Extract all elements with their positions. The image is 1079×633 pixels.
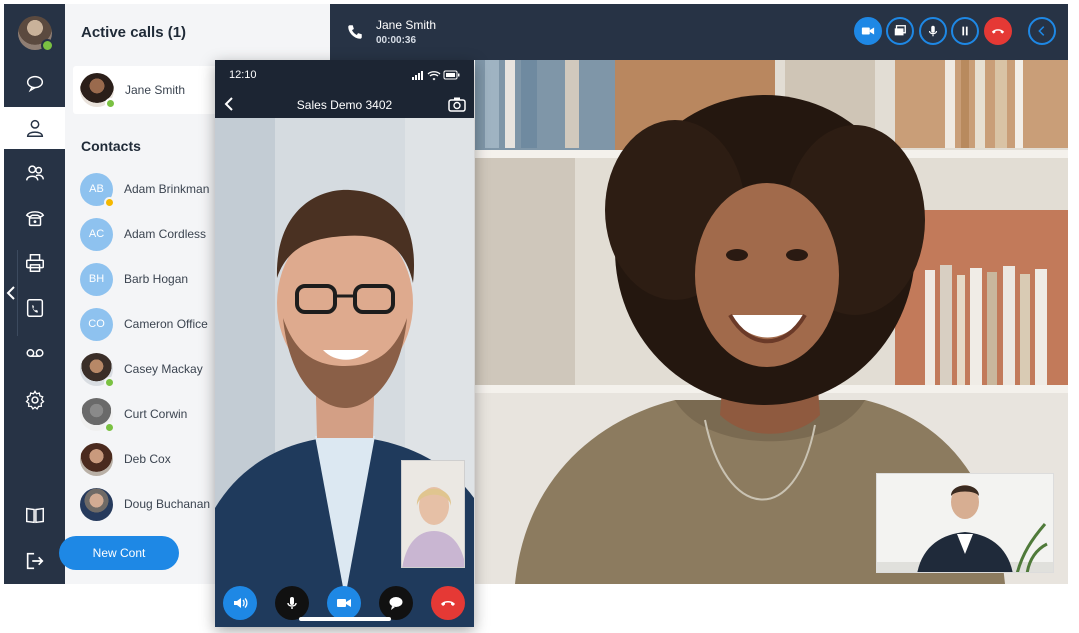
microphone-icon — [928, 25, 938, 37]
sidebar-item-logout[interactable] — [4, 540, 65, 582]
contact-item[interactable]: CO Cameron Office — [80, 307, 208, 341]
settings-gear-icon — [25, 390, 44, 410]
phone-icon — [348, 25, 362, 39]
presence-online-dot — [104, 376, 115, 388]
desk-phone-icon — [25, 211, 44, 227]
contact-item[interactable]: Casey Mackay — [80, 352, 203, 388]
avatar: AB — [80, 172, 115, 208]
mobile-nav-bar: Sales Demo 3402 — [215, 90, 474, 118]
new-contact-button[interactable]: New Cont — [59, 536, 179, 570]
mobile-mute-button[interactable] — [275, 586, 309, 620]
contact-item[interactable]: Doug Buchanan — [80, 487, 210, 521]
presence-online-dot — [105, 98, 116, 109]
mobile-chat-button[interactable] — [379, 586, 413, 620]
sidebar-item-contacts[interactable] — [4, 107, 65, 149]
presence-online-dot — [104, 421, 115, 433]
avatar-initials: AB — [89, 183, 104, 195]
speaker-icon — [234, 598, 248, 608]
microphone-icon — [287, 597, 297, 609]
contacts-heading: Contacts — [81, 138, 141, 154]
book-icon — [25, 507, 44, 524]
home-indicator — [299, 617, 391, 621]
sidebar-item-groups[interactable] — [4, 152, 65, 194]
avatar: BH — [80, 262, 113, 296]
avatar-initials: CO — [88, 318, 105, 330]
call-header: Jane Smith 00:00:36 — [330, 4, 1068, 60]
contact-item[interactable]: BH Barb Hogan — [80, 262, 188, 296]
caller-name: Jane Smith — [376, 18, 437, 32]
contact-name: Casey Mackay — [124, 362, 203, 376]
contact-name: Barb Hogan — [124, 272, 189, 286]
mobile-app-frame: 12:10 Sales Demo 3402 — [215, 60, 474, 627]
self-view-image — [877, 474, 1053, 572]
hang-up-button[interactable] — [984, 17, 1012, 45]
contact-item[interactable]: Deb Cox — [80, 442, 171, 476]
contact-name: Adam Cordless — [124, 227, 207, 241]
mobile-status-bar: 12:10 — [215, 60, 474, 90]
video-toggle-button[interactable] — [854, 17, 882, 45]
contact-name: Adam Brinkman — [124, 182, 210, 196]
sidebar-collapse-tab[interactable] — [4, 250, 18, 336]
contact-name: Doug Buchanan — [124, 497, 211, 511]
fax-printer-icon — [25, 254, 44, 272]
mobile-self-view-pip — [401, 460, 465, 568]
avatar-initials: BH — [88, 273, 105, 285]
video-camera-icon — [861, 27, 875, 35]
contact-item[interactable]: AB Adam Brinkman — [80, 172, 210, 208]
avatar — [80, 442, 113, 476]
screen-share-icon — [894, 25, 906, 36]
contact-item[interactable]: AC Adam Cordless — [80, 217, 206, 251]
mobile-video-button[interactable] — [327, 586, 361, 620]
video-camera-icon — [337, 599, 351, 607]
switch-camera-icon[interactable] — [448, 96, 466, 112]
call-history-icon — [26, 299, 43, 317]
mobile-hang-up-button[interactable] — [431, 586, 465, 620]
hang-up-icon — [991, 29, 1005, 34]
voicemail-icon — [25, 349, 44, 357]
contact-item[interactable]: Curt Corwin — [80, 397, 188, 433]
call-duration: 00:00:36 — [376, 35, 417, 46]
avatar — [80, 487, 113, 521]
meeting-title: Sales Demo 3402 — [296, 98, 393, 112]
hold-button[interactable] — [951, 17, 979, 45]
chat-bubble-icon — [389, 597, 403, 610]
group-icon — [25, 165, 44, 181]
collapse-call-button[interactable] — [1028, 17, 1056, 45]
chat-bubble-icon — [26, 75, 43, 93]
presence-away-dot — [104, 196, 115, 208]
sidebar-item-settings[interactable] — [4, 379, 65, 421]
user-avatar[interactable] — [18, 16, 54, 52]
app-screenshot: Active calls (1) Jane Smith Contacts AB … — [0, 0, 1079, 633]
person-icon — [26, 119, 43, 137]
active-calls-heading: Active calls (1) — [81, 24, 187, 41]
presence-online-dot — [41, 39, 54, 52]
hang-up-icon — [441, 601, 455, 606]
sidebar-item-directory[interactable] — [4, 494, 65, 536]
avatar — [80, 73, 116, 109]
contact-name: Deb Cox — [124, 452, 171, 466]
active-call-name: Jane Smith — [125, 83, 186, 97]
mobile-self-view-image — [402, 461, 464, 567]
speaker-button[interactable] — [223, 586, 257, 620]
signal-battery-icon — [412, 70, 460, 81]
sidebar-item-voicemail[interactable] — [4, 332, 65, 374]
avatar: AC — [80, 217, 113, 251]
avatar: CO — [80, 307, 113, 341]
active-call-item[interactable]: Jane Smith — [73, 66, 233, 114]
contact-name: Cameron Office — [124, 317, 208, 331]
chevron-left-icon — [1038, 26, 1045, 36]
pause-icon — [962, 26, 968, 36]
contact-name: Curt Corwin — [124, 407, 188, 421]
avatar — [80, 352, 115, 388]
logout-icon — [26, 552, 44, 570]
screen-share-button[interactable] — [886, 17, 914, 45]
sidebar-item-phone[interactable] — [4, 197, 65, 239]
chevron-left-icon — [6, 286, 15, 300]
avatar — [80, 397, 115, 433]
status-time: 12:10 — [229, 69, 257, 81]
sidebar-item-chat[interactable] — [4, 62, 65, 104]
self-view-pip — [876, 473, 1054, 573]
mute-button[interactable] — [919, 17, 947, 45]
avatar-initials: AC — [88, 228, 105, 240]
